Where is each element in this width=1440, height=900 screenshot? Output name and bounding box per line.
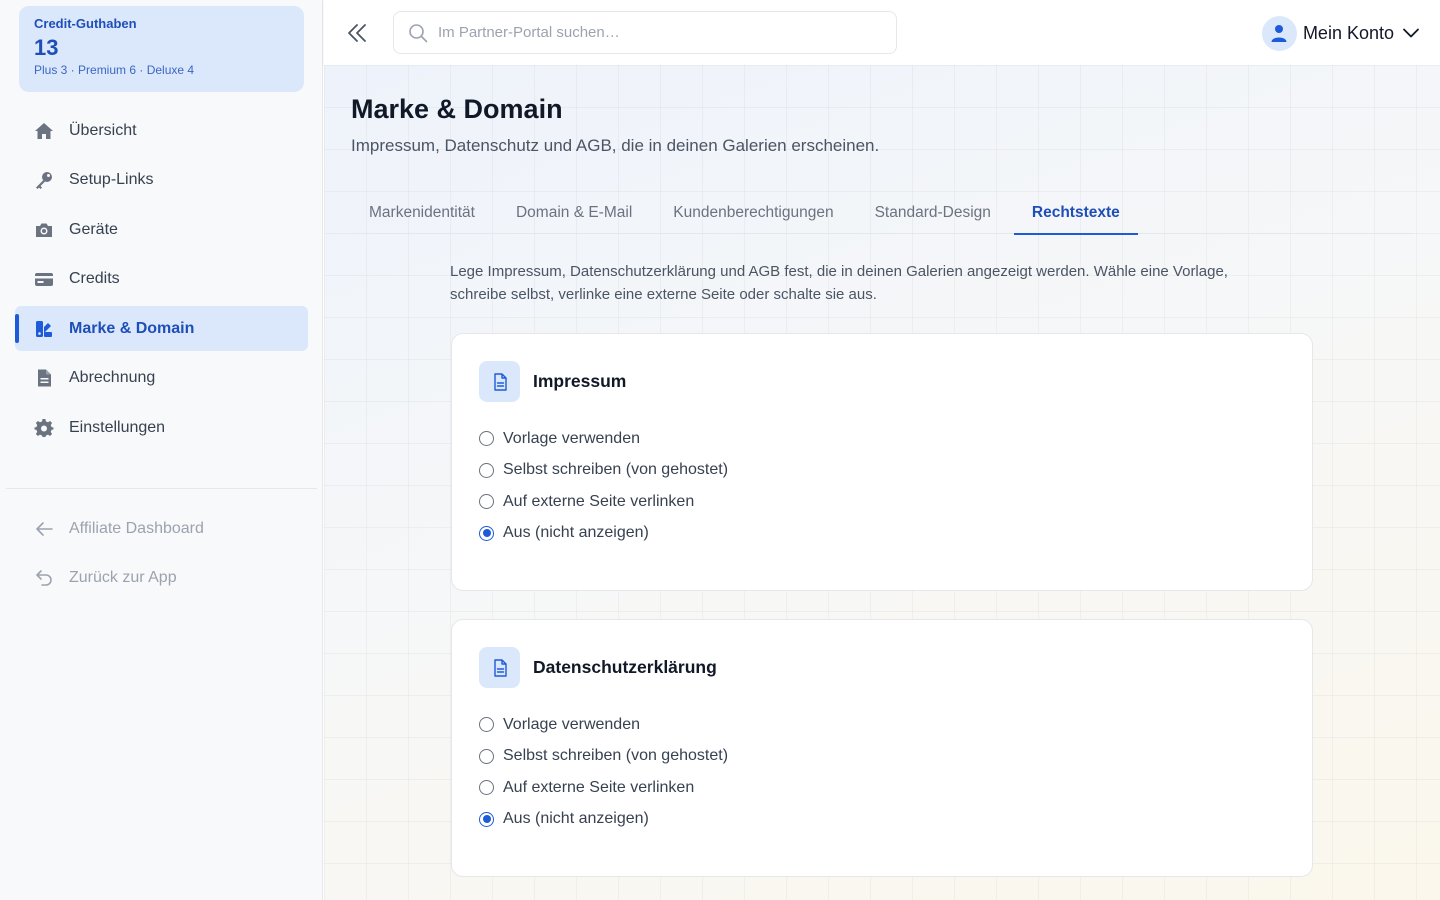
search-box[interactable] bbox=[393, 11, 897, 54]
sidebar-item-label: Setup-Links bbox=[69, 171, 154, 188]
radio-label: Auf externe Seite verlinken bbox=[503, 492, 695, 510]
tab-bar: Markenidentität Domain & E-Mail Kundenbe… bbox=[351, 191, 1414, 235]
card-header: Impressum bbox=[479, 361, 626, 402]
radio-label: Auf externe Seite verlinken bbox=[503, 778, 695, 796]
sidebar: Credit-Guthaben 13 Plus 3 · Premium 6 · … bbox=[0, 0, 323, 900]
sidebar-item-label: Einstellungen bbox=[69, 418, 166, 436]
radio-button[interactable] bbox=[479, 494, 494, 510]
sidebar-divider bbox=[6, 488, 317, 489]
top-header: Mein Konto bbox=[324, 0, 1440, 65]
radio-label: Selbst schreiben (von gehostet) bbox=[503, 747, 729, 765]
radio-button[interactable] bbox=[479, 780, 494, 796]
radio-label: Aus (nicht anzeigen) bbox=[503, 524, 649, 542]
key-icon bbox=[33, 169, 55, 191]
account-label: Mein Konto bbox=[1302, 22, 1394, 43]
radio-button[interactable] bbox=[479, 462, 494, 478]
radio-group-imprint: Vorlage verwenden Selbst schreiben (von … bbox=[479, 423, 728, 549]
document-icon bbox=[479, 647, 520, 688]
sidebar-item-setup-links[interactable]: Setup-Links bbox=[15, 158, 308, 203]
card-title: Impressum bbox=[533, 371, 627, 391]
tab-legal-texts[interactable]: Rechtstexte bbox=[1013, 191, 1138, 235]
brand-icon bbox=[33, 318, 55, 340]
sidebar-item-label: Zurück zur App bbox=[69, 569, 177, 586]
sidebar-nav: Übersicht Setup-Links Geräte Credits Mar… bbox=[15, 108, 308, 455]
user-icon bbox=[1271, 25, 1287, 42]
radio-group-privacy-policy: Vorlage verwenden Selbst schreiben (von … bbox=[479, 709, 728, 835]
sidebar-item-back-to-app[interactable]: Zurück zur App bbox=[15, 556, 308, 601]
card-title: Datenschutzerklärung bbox=[533, 657, 717, 677]
arrow-left-icon bbox=[33, 518, 55, 540]
radio-label: Aus (nicht anzeigen) bbox=[503, 810, 649, 828]
radio-option-external-link[interactable]: Auf externe Seite verlinken bbox=[479, 772, 728, 804]
credit-card-icon bbox=[33, 268, 55, 290]
page-subtitle: Impressum, Datenschutz und AGB, die in d… bbox=[351, 136, 880, 155]
sidebar-item-label: Marke & Domain bbox=[69, 319, 195, 337]
sidebar-item-billing[interactable]: Abrechnung bbox=[15, 356, 308, 401]
sidebar-item-settings[interactable]: Einstellungen bbox=[15, 405, 308, 450]
double-chevron-left-icon bbox=[348, 24, 366, 42]
radio-button[interactable] bbox=[479, 748, 494, 764]
tab-brand-identity[interactable]: Markenidentität bbox=[351, 191, 493, 234]
radio-option-off[interactable]: Aus (nicht anzeigen) bbox=[479, 518, 728, 550]
chevron-down-icon bbox=[1403, 28, 1419, 38]
sidebar-item-label: Geräte bbox=[69, 220, 118, 238]
sidebar-secondary-nav: Affiliate Dashboard Zurück zur App bbox=[15, 506, 308, 605]
radio-label: Vorlage verwenden bbox=[503, 715, 640, 733]
page-title: Marke & Domain bbox=[351, 94, 563, 124]
search-icon bbox=[409, 23, 428, 42]
radio-button-selected[interactable] bbox=[479, 811, 494, 827]
avatar bbox=[1261, 15, 1297, 51]
credit-balance-card[interactable]: Credit-Guthaben 13 Plus 3 · Premium 6 · … bbox=[19, 6, 304, 92]
sidebar-item-overview[interactable]: Übersicht bbox=[15, 108, 308, 153]
collapse-sidebar-button[interactable] bbox=[344, 20, 370, 46]
radio-option-template[interactable]: Vorlage verwenden bbox=[479, 709, 728, 741]
legal-card-imprint: Impressum Vorlage verwenden Selbst schre… bbox=[451, 333, 1313, 591]
sidebar-item-devices[interactable]: Geräte bbox=[15, 207, 308, 252]
sidebar-item-label: Übersicht bbox=[69, 121, 137, 139]
tab-domain-email[interactable]: Domain & E-Mail bbox=[498, 191, 650, 234]
camera-icon bbox=[33, 219, 55, 241]
radio-button[interactable] bbox=[479, 717, 494, 733]
main-content: Marke & Domain Impressum, Datenschutz un… bbox=[324, 65, 1440, 900]
sidebar-item-label: Credits bbox=[69, 270, 120, 287]
document-icon bbox=[479, 361, 520, 402]
sidebar-item-label: Affiliate Dashboard bbox=[69, 519, 204, 537]
account-menu-button[interactable]: Mein Konto bbox=[1261, 15, 1420, 51]
tab-default-design[interactable]: Standard-Design bbox=[857, 191, 1009, 234]
sidebar-item-credits[interactable]: Credits bbox=[15, 257, 308, 302]
sidebar-item-label: Abrechnung bbox=[69, 369, 156, 386]
radio-option-write-own[interactable]: Selbst schreiben (von gehostet) bbox=[479, 455, 728, 487]
credit-balance-count: 13 bbox=[34, 35, 59, 60]
card-header: Datenschutzerklärung bbox=[479, 647, 717, 688]
radio-button-selected[interactable] bbox=[479, 525, 494, 541]
radio-option-write-own[interactable]: Selbst schreiben (von gehostet) bbox=[479, 741, 728, 773]
home-icon bbox=[33, 120, 55, 142]
radio-label: Vorlage verwenden bbox=[503, 429, 640, 447]
gear-icon bbox=[33, 417, 55, 439]
credit-balance-title: Credit-Guthaben bbox=[34, 16, 137, 31]
radio-option-external-link[interactable]: Auf externe Seite verlinken bbox=[479, 486, 728, 518]
invoice-icon bbox=[33, 367, 55, 389]
legal-card-privacy-policy: Datenschutzerklärung Vorlage verwenden S… bbox=[451, 619, 1313, 877]
radio-option-off[interactable]: Aus (nicht anzeigen) bbox=[479, 804, 728, 836]
legal-intro-text: Lege Impressum, Datenschutzerklärung und… bbox=[450, 263, 1228, 303]
tab-client-permissions[interactable]: Kundenberechtigungen bbox=[655, 191, 851, 234]
return-icon bbox=[33, 567, 55, 589]
radio-button[interactable] bbox=[479, 431, 494, 447]
radio-option-template[interactable]: Vorlage verwenden bbox=[479, 423, 728, 455]
radio-label: Selbst schreiben (von gehostet) bbox=[503, 461, 729, 479]
search-input[interactable] bbox=[438, 24, 858, 41]
sidebar-item-brand-domain[interactable]: Marke & Domain bbox=[15, 306, 308, 351]
credit-balance-breakdown: Plus 3 · Premium 6 · Deluxe 4 bbox=[34, 63, 195, 77]
sidebar-item-affiliate-dashboard[interactable]: Affiliate Dashboard bbox=[15, 506, 308, 551]
